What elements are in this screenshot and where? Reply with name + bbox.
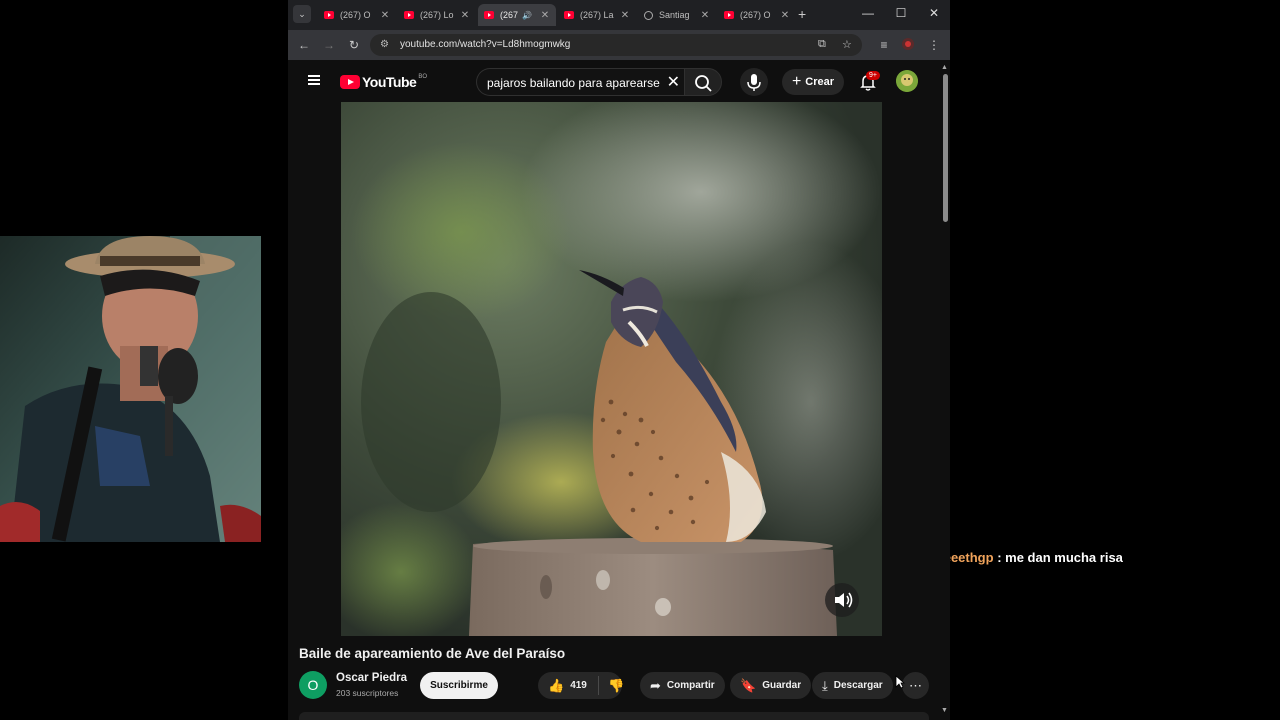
webcam-overlay [0, 236, 261, 542]
tab-title: (267 [500, 10, 519, 20]
speaker-icon[interactable]: 🔊 [522, 11, 532, 20]
microphone-icon [747, 74, 761, 91]
youtube-icon [484, 11, 494, 19]
extension-icon[interactable] [900, 37, 916, 53]
notification-badge: 9+ [866, 71, 880, 80]
tab-title: Santiag [659, 10, 690, 20]
more-actions-button[interactable]: ⋯ [902, 672, 929, 699]
video-title: Baile de apareamiento de Ave del Paraíso [299, 646, 566, 661]
forward-icon[interactable]: → [321, 37, 337, 53]
volume-button[interactable] [825, 583, 859, 617]
scroll-down-arrow[interactable]: ▼ [941, 707, 948, 714]
create-label: Crear [805, 76, 835, 88]
share-button[interactable]: ➦ Compartir [640, 672, 725, 699]
browser-tab[interactable]: (267) Lo ✕ [398, 4, 476, 26]
new-tab-icon[interactable]: + [798, 6, 806, 22]
browser-tab[interactable]: (267) La ✕ [558, 4, 636, 26]
bookmark-icon: 🔖 [740, 677, 757, 693]
youtube-logo-text: YouTube [362, 74, 417, 90]
install-app-icon[interactable]: ⧉ [818, 38, 826, 51]
chat-message: lizeeethgp : me dan mucha risa [930, 550, 1123, 565]
globe-icon [644, 10, 653, 20]
thumbs-down-icon: 👎 [608, 677, 625, 693]
clear-search-icon[interactable]: ✕ [667, 72, 680, 92]
search-query: pajaros bailando para aparearse [487, 76, 660, 90]
browser-menu-icon[interactable]: ⋮ [926, 37, 942, 53]
url-field[interactable]: ⚙ youtube.com/watch?v=Ld8hmogmwkg ⧉ ☆ [370, 34, 862, 56]
youtube-icon [404, 11, 414, 19]
chat-separator: : [993, 550, 1006, 565]
tab-close-icon[interactable]: ✕ [778, 10, 792, 21]
youtube-icon [724, 11, 734, 19]
search-input[interactable]: pajaros bailando para aparearse ✕ [476, 68, 684, 96]
browser-tab-active[interactable]: (267 🔊 ✕ [478, 4, 556, 26]
minimize-icon[interactable]: — [858, 6, 878, 20]
tab-strip: ⌄ (267) O ✕ (267) Lo ✕ (267 🔊 ✕ (267) La [288, 0, 950, 30]
browser-tab[interactable]: (267) O ✕ [318, 4, 396, 26]
channel-avatar[interactable]: O [299, 671, 327, 699]
like-count[interactable]: 419 [570, 680, 587, 691]
dislike-button[interactable]: 👎 [600, 672, 632, 699]
tab-title: (267) Lo [420, 10, 454, 20]
description-box-edge [299, 712, 929, 720]
download-button[interactable]: ⤓ Descargar [812, 672, 893, 699]
subscribe-button[interactable]: Suscribirme [420, 672, 498, 699]
tab-search-button[interactable]: ⌄ [293, 5, 311, 23]
youtube-icon [340, 75, 360, 89]
menu-icon[interactable] [308, 75, 320, 85]
video-frame [341, 102, 882, 636]
media-control-icon[interactable]: ≡ [876, 37, 892, 53]
account-avatar[interactable] [896, 70, 918, 92]
youtube-icon [324, 11, 334, 19]
close-window-icon[interactable]: ✕ [924, 6, 944, 20]
stream-scene: lizeeethgp : me dan mucha risa ⌄ (267) O… [0, 0, 1280, 720]
voice-search-button[interactable] [740, 68, 768, 96]
channel-name[interactable]: Oscar Piedra [336, 672, 407, 684]
tab-close-icon[interactable]: ✕ [378, 10, 392, 21]
youtube-logo[interactable]: YouTube BO [340, 74, 427, 90]
share-icon: ➦ [650, 677, 661, 693]
youtube-header: YouTube BO pajaros bailando para aparear… [288, 60, 950, 104]
save-label: Guardar [762, 680, 802, 691]
url-text: youtube.com/watch?v=Ld8hmogmwkg [400, 39, 571, 50]
youtube-icon [564, 11, 574, 19]
video-player[interactable] [341, 102, 882, 636]
chat-text: me dan mucha risa [1005, 550, 1123, 565]
thumbs-up-icon[interactable]: 👍 [548, 678, 564, 694]
maximize-icon[interactable]: ☐ [891, 6, 911, 20]
tab-close-icon[interactable]: ✕ [698, 10, 712, 21]
browser-tab[interactable]: (267) O ✕ [718, 4, 796, 26]
share-label: Compartir [666, 680, 715, 691]
site-settings-icon[interactable]: ⚙ [380, 39, 389, 50]
download-label: Descargar [833, 680, 883, 691]
tab-close-icon[interactable]: ✕ [458, 10, 472, 21]
tab-title: (267) La [580, 10, 614, 20]
address-bar: ← → ↻ ⚙ youtube.com/watch?v=Ld8hmogmwkg … [288, 30, 950, 60]
reload-icon[interactable]: ↻ [346, 37, 362, 53]
search-button[interactable] [684, 68, 722, 96]
mouse-cursor-icon [895, 675, 905, 689]
more-horizontal-icon: ⋯ [909, 677, 922, 693]
download-icon: ⤓ [822, 677, 828, 693]
subscriber-count: 203 suscriptores [336, 688, 399, 698]
tab-close-icon[interactable]: ✕ [618, 10, 632, 21]
plus-icon: + [791, 73, 802, 90]
tab-close-icon[interactable]: ✕ [538, 10, 552, 21]
search-icon [695, 75, 712, 92]
tab-title: (267) O [740, 10, 771, 20]
tab-title: (267) O [340, 10, 371, 20]
create-button[interactable]: + Crear [782, 69, 844, 95]
save-button[interactable]: 🔖 Guardar [730, 672, 812, 699]
scrollbar-thumb[interactable] [943, 74, 948, 222]
browser-window: ⌄ (267) O ✕ (267) Lo ✕ (267 🔊 ✕ (267) La [288, 0, 950, 720]
browser-tab[interactable]: Santiag ✕ [638, 4, 716, 26]
back-icon[interactable]: ← [296, 37, 312, 53]
speaker-icon [835, 592, 853, 608]
country-code: BO [418, 74, 427, 80]
like-divider [598, 676, 599, 695]
bookmark-star-icon[interactable]: ☆ [842, 38, 852, 51]
scroll-up-arrow[interactable]: ▲ [941, 64, 948, 71]
